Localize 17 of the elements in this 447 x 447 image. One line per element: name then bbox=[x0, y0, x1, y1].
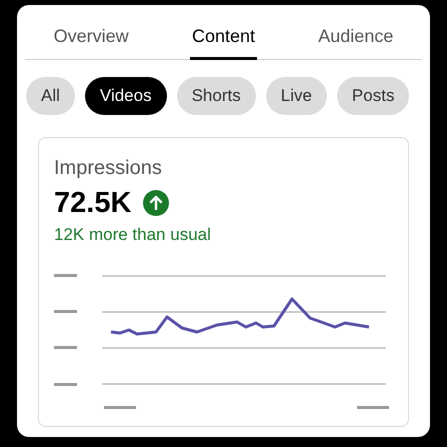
axis-label-bar bbox=[54, 274, 77, 277]
filter-chip[interactable]: Videos bbox=[84, 77, 167, 115]
tab[interactable]: Audience bbox=[316, 5, 396, 60]
axis-label-bar bbox=[54, 310, 77, 313]
tab[interactable]: Overview bbox=[52, 5, 131, 60]
axis-label-bar bbox=[54, 383, 77, 386]
metric-value: 72.5K bbox=[54, 186, 132, 220]
axis-label-bar bbox=[54, 346, 77, 349]
axis-label-bar bbox=[357, 406, 389, 409]
filter-chip[interactable]: Shorts bbox=[176, 77, 256, 115]
comparison-text: 12K more than usual bbox=[54, 224, 212, 246]
filter-chip[interactable]: Live bbox=[266, 77, 327, 115]
filter-chip[interactable]: All bbox=[26, 77, 75, 115]
axis-label-bar bbox=[104, 406, 136, 409]
filter-chip[interactable]: Posts bbox=[336, 77, 410, 115]
metric-title: Impressions bbox=[54, 156, 163, 180]
tab[interactable]: Content bbox=[190, 5, 258, 60]
